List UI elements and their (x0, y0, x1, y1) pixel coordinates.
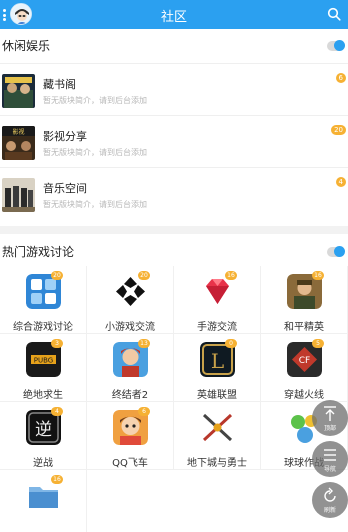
game-forum-item[interactable]: 16 手游交流 (174, 266, 261, 334)
leisure-section-header[interactable]: 休闲娱乐 (0, 31, 348, 61)
menu-lines-icon (324, 449, 336, 461)
game-forum-item[interactable]: 16 (0, 470, 87, 532)
count-badge: 16 (51, 475, 63, 484)
count-badge: 4 (51, 407, 63, 416)
fab-label: 导航 (323, 466, 336, 473)
count-badge: 4 (335, 177, 346, 187)
game-forum-label: 终结者2 (111, 390, 149, 401)
forum-description: 暂无版块简介，请到后台添加 (43, 96, 147, 105)
game-forum-item[interactable]: 20 小游戏交流 (87, 266, 174, 334)
dnf-icon (200, 410, 235, 445)
game-forum-item[interactable]: 20 综合游戏讨论 (0, 266, 87, 334)
section-title: 热门游戏讨论 (2, 245, 75, 259)
count-badge: 3 (51, 339, 63, 348)
game-forum-label: 穿越火线 (284, 390, 324, 401)
game-forum-label: 地下城与勇士 (187, 458, 247, 469)
forum-name: 音乐空间 (43, 182, 87, 195)
svg-text:CF: CF (299, 356, 310, 366)
forum-thumbnail (2, 178, 35, 212)
game-forum-item[interactable]: PUBG 3 绝地求生 (0, 334, 87, 402)
game-forum-label: 和平精英 (284, 322, 324, 333)
count-badge: 20 (51, 271, 63, 280)
count-badge: 5 (312, 339, 324, 348)
game-forum-label: 逆战 (33, 458, 53, 469)
section-toggle[interactable] (327, 40, 345, 51)
count-badge: 16 (225, 271, 237, 280)
count-badge: 6 (335, 73, 346, 83)
fab-label: 刷新 (323, 507, 336, 514)
game-forum-item[interactable]: 逆 4 逆战 (0, 402, 87, 470)
hot-games-section-header[interactable]: 热门游戏讨论 (0, 237, 348, 267)
section-divider (0, 226, 348, 234)
game-forum-label: 绝地求生 (23, 390, 63, 401)
count-badge: 0 (225, 339, 237, 348)
game-forum-item[interactable]: L 0 英雄联盟 (174, 334, 261, 402)
game-forum-item[interactable]: 16 和平精英 (261, 266, 348, 334)
forum-thumbnail: 影视 (2, 126, 35, 160)
navigation-button[interactable]: 导航 (312, 441, 348, 477)
page-title: 社区 (160, 10, 187, 25)
arrow-up-icon (324, 406, 336, 421)
refresh-button[interactable]: 刷新 (312, 482, 348, 518)
refresh-icon (324, 487, 336, 502)
count-badge: 6 (138, 407, 150, 416)
game-forum-item[interactable]: 6 QQ飞车 (87, 402, 174, 470)
game-forum-item[interactable]: 地下城与勇士 (174, 402, 261, 470)
svg-text:PUBG: PUBG (34, 357, 53, 365)
forum-name: 影视分享 (43, 130, 87, 143)
forum-row[interactable]: 音乐空间 暂无版块简介，请到后台添加 4 (0, 167, 348, 219)
app-header: 社区 (0, 0, 348, 29)
game-forum-label: 手游交流 (197, 322, 237, 333)
forum-description: 暂无版块简介，请到后台添加 (43, 148, 147, 157)
game-forum-label: 英雄联盟 (197, 390, 237, 401)
count-badge: 20 (138, 271, 150, 280)
svg-text:影视: 影视 (12, 128, 24, 136)
game-forum-item[interactable]: CF 5 穿越火线 (261, 334, 348, 402)
search-icon[interactable] (327, 7, 341, 21)
svg-text:逆: 逆 (35, 420, 52, 440)
forum-row[interactable]: 影视 影视分享 暂无版块简介，请到后台添加 20 (0, 115, 348, 167)
fab-label: 顶部 (323, 425, 336, 432)
game-forum-item[interactable]: 13 终结者2 (87, 334, 174, 402)
forum-row[interactable]: 藏书阁 暂无版块简介，请到后台添加 6 (0, 63, 348, 115)
game-forum-label: QQ飞车 (112, 458, 148, 469)
scroll-top-button[interactable]: 顶部 (312, 400, 348, 436)
count-badge: 13 (138, 339, 150, 348)
section-title: 休闲娱乐 (2, 39, 51, 53)
forum-description: 暂无版块简介，请到后台添加 (43, 200, 147, 209)
game-forum-label: 综合游戏讨论 (13, 322, 73, 333)
game-forum-label: 小游戏交流 (105, 322, 155, 333)
section-toggle[interactable] (327, 246, 345, 257)
svg-text:L: L (211, 349, 224, 373)
count-badge: 16 (312, 271, 324, 280)
forum-thumbnail (2, 74, 35, 108)
count-badge: 20 (331, 125, 346, 135)
forum-name: 藏书阁 (43, 78, 76, 91)
